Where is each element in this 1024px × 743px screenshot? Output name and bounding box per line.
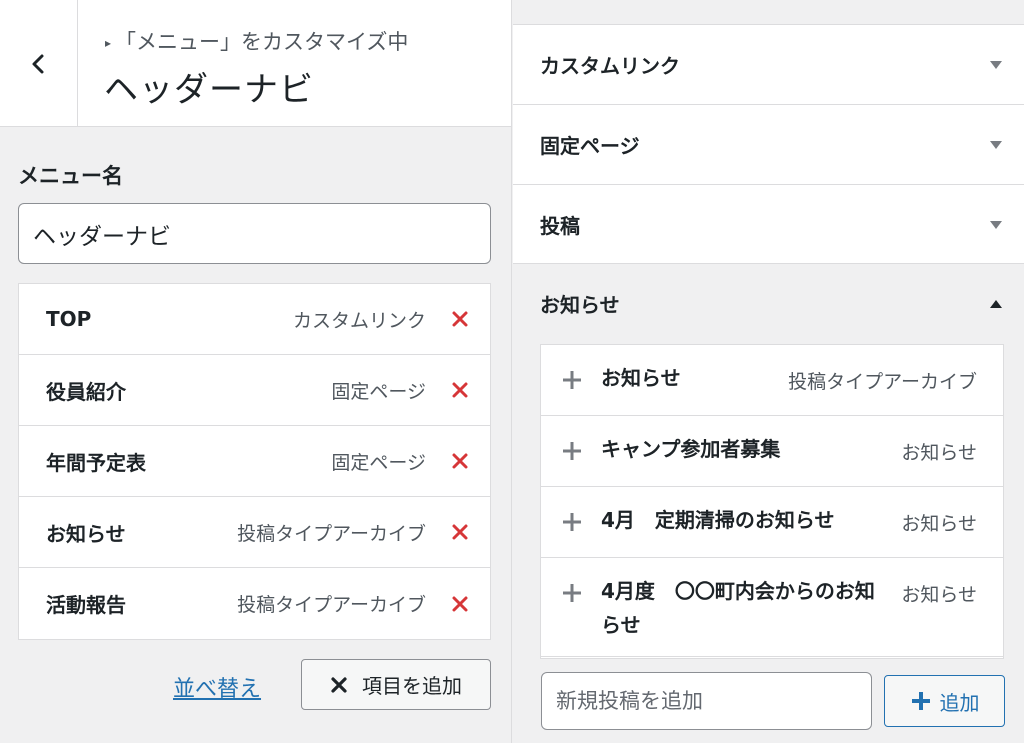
section-posts: 投稿 bbox=[513, 184, 1024, 264]
triangle-down-icon bbox=[990, 140, 1002, 149]
menu-item[interactable]: TOP カスタムリンク bbox=[19, 284, 490, 355]
triangle-down-icon bbox=[990, 60, 1002, 69]
section-pages: 固定ページ bbox=[513, 104, 1024, 184]
list-item[interactable]: キャンプ参加者募集 お知らせ bbox=[541, 416, 1003, 487]
item-title: 4月度 〇〇町内会からのお知らせ bbox=[601, 579, 875, 637]
item-type: 投稿タイプアーカイブ bbox=[788, 371, 977, 393]
remove-menu-item-button[interactable] bbox=[448, 592, 472, 616]
close-icon bbox=[452, 311, 468, 327]
panel-header: ▸ 「メニュー」をカスタマイズ中 ヘッダーナビ bbox=[0, 0, 511, 127]
menu-item[interactable]: 年間予定表 固定ページ bbox=[19, 426, 490, 497]
remove-menu-item-button[interactable] bbox=[448, 449, 472, 473]
add-post-button[interactable]: 追加 bbox=[884, 675, 1005, 727]
close-icon bbox=[452, 453, 468, 469]
item-title: お知らせ bbox=[601, 366, 681, 390]
menu-item-title: お知らせ bbox=[46, 521, 126, 546]
available-items-panel: カスタムリンク 固定ページ 投稿 お知らせ お知らせ 投稿タイプアーカイブ キャ… bbox=[513, 0, 1024, 743]
plus-icon bbox=[563, 371, 581, 389]
menu-item[interactable]: お知らせ 投稿タイプアーカイブ bbox=[19, 497, 490, 568]
plus-icon bbox=[563, 513, 581, 531]
section-custom-links: カスタムリンク bbox=[513, 24, 1024, 104]
menu-item[interactable]: 活動報告 投稿タイプアーカイブ bbox=[19, 568, 490, 639]
plus-icon bbox=[563, 442, 581, 460]
menu-customizer-panel: ▸「メニュー」をカスタマイズ中 ヘッダーナビ メニュー名 TOP カスタムリンク… bbox=[0, 0, 512, 743]
add-items-label: 項目を追加 bbox=[362, 674, 462, 698]
close-icon bbox=[331, 676, 347, 693]
plus-icon bbox=[563, 584, 581, 602]
remove-menu-item-button[interactable] bbox=[448, 307, 472, 331]
section-header-custom-links[interactable]: カスタムリンク bbox=[513, 25, 1024, 104]
available-item-list: お知らせ 投稿タイプアーカイブ キャンプ参加者募集 お知らせ 4月 定期清掃のお… bbox=[540, 344, 1004, 659]
menu-item-title: 役員紹介 bbox=[46, 379, 126, 404]
section-header-news[interactable]: お知らせ bbox=[513, 264, 1024, 343]
section-header-pages[interactable]: 固定ページ bbox=[513, 105, 1024, 184]
triangle-right-icon: ▸ bbox=[105, 36, 112, 50]
item-type: お知らせ bbox=[901, 442, 977, 464]
section-title: カスタムリンク bbox=[540, 54, 680, 78]
item-type: お知らせ bbox=[901, 513, 977, 535]
menu-name-input[interactable] bbox=[18, 203, 491, 264]
menu-item-title: 活動報告 bbox=[46, 593, 126, 617]
menu-item-type: 固定ページ bbox=[331, 380, 426, 403]
breadcrumb-text: 「メニュー」をカスタマイズ中 bbox=[115, 30, 409, 54]
close-icon bbox=[452, 382, 468, 398]
back-button[interactable] bbox=[0, 0, 78, 127]
menu-item-title: TOP bbox=[46, 307, 92, 331]
remove-menu-item-button[interactable] bbox=[448, 378, 472, 402]
list-item[interactable]: 4月度 〇〇町内会からのお知らせ お知らせ bbox=[541, 558, 1003, 657]
add-post-label: 追加 bbox=[939, 690, 980, 715]
triangle-down-icon bbox=[990, 220, 1002, 229]
plus-icon bbox=[911, 692, 930, 710]
section-title: お知らせ bbox=[540, 293, 620, 317]
section-title: 投稿 bbox=[540, 214, 580, 238]
remove-menu-item-button[interactable] bbox=[448, 520, 472, 544]
menu-item-type: カスタムリンク bbox=[292, 309, 426, 332]
menu-item-type: 固定ページ bbox=[331, 451, 426, 474]
new-post-input[interactable] bbox=[541, 672, 872, 730]
close-icon bbox=[452, 524, 468, 540]
section-news: お知らせ お知らせ 投稿タイプアーカイブ キャンプ参加者募集 お知らせ 4月 定… bbox=[513, 263, 1024, 743]
menu-item-type: 投稿タイプアーカイブ bbox=[237, 522, 426, 545]
menu-item-list: TOP カスタムリンク 役員紹介 固定ページ 年間予定表 固定ページ お知らせ … bbox=[18, 283, 491, 640]
menu-name-label: メニュー名 bbox=[18, 164, 123, 188]
item-title: キャンプ参加者募集 bbox=[601, 437, 781, 461]
reorder-link[interactable]: 並べ替え bbox=[173, 671, 261, 703]
page-title: ヘッダーナビ bbox=[104, 70, 314, 110]
add-items-button[interactable]: 項目を追加 bbox=[301, 659, 491, 710]
menu-item-title: 年間予定表 bbox=[46, 450, 146, 475]
menu-item[interactable]: 役員紹介 固定ページ bbox=[19, 355, 490, 426]
item-title: 4月 定期清掃のお知らせ bbox=[601, 508, 835, 532]
chevron-left-icon bbox=[32, 54, 43, 73]
menu-item-type: 投稿タイプアーカイブ bbox=[237, 594, 426, 616]
section-header-posts[interactable]: 投稿 bbox=[513, 185, 1024, 264]
list-item[interactable]: 4月 定期清掃のお知らせ お知らせ bbox=[541, 487, 1003, 558]
breadcrumb: ▸ 「メニュー」をカスタマイズ中 bbox=[105, 26, 408, 56]
close-icon bbox=[452, 596, 468, 611]
list-item[interactable]: お知らせ 投稿タイプアーカイブ bbox=[541, 345, 1003, 416]
section-title: 固定ページ bbox=[540, 134, 640, 158]
triangle-up-icon bbox=[990, 299, 1002, 308]
item-type: お知らせ bbox=[901, 584, 977, 606]
